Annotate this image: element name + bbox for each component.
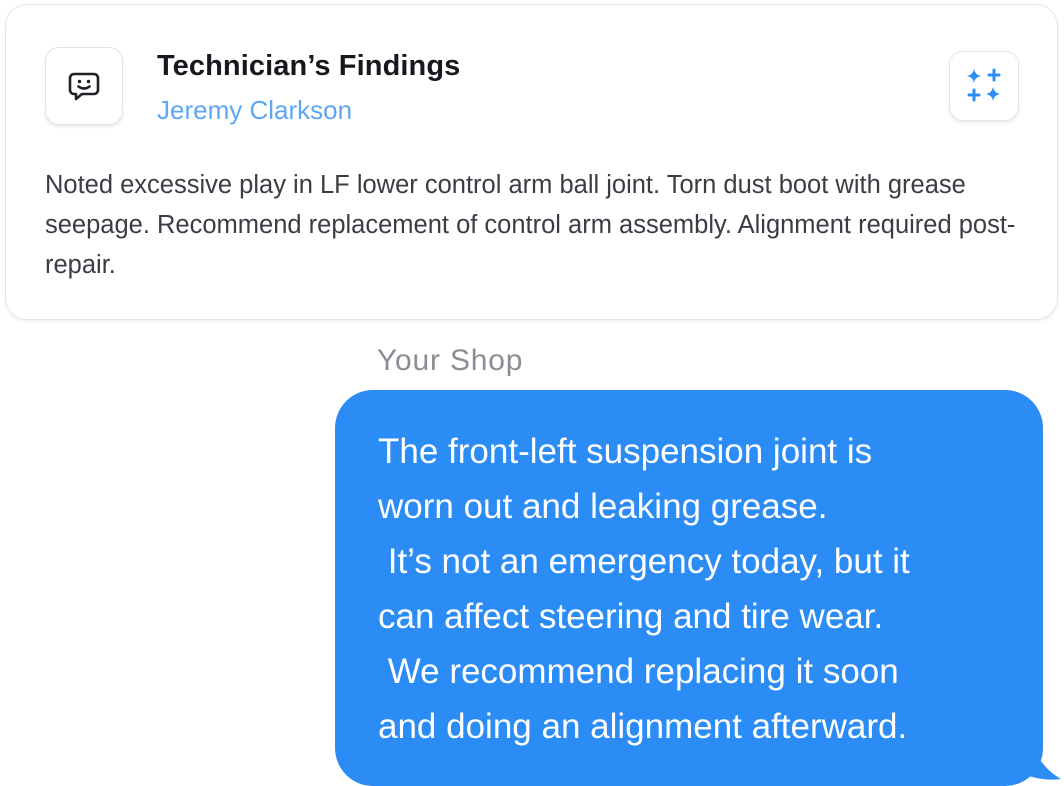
sparkles-icon [967, 68, 1001, 102]
message-line: We recommend replacing it soon [378, 652, 899, 691]
message-line: The front-left suspension joint is [378, 432, 873, 471]
avatar [45, 47, 123, 125]
technician-name: Jeremy Clarkson [157, 95, 353, 125]
technician-findings-card: Technician’s Findings Jeremy Clarkson No… [5, 4, 1058, 320]
sender-label: Your Shop [377, 344, 524, 377]
findings-text: Noted excessive play in LF lower control… [45, 171, 1016, 279]
message-bubble: The front-left suspension joint is worn … [335, 390, 1064, 786]
message-line: and doing an alignment afterward. [378, 707, 908, 746]
smiley-chat-icon [68, 72, 100, 101]
card-title: Technician’s Findings [157, 50, 461, 82]
message-line: It’s not an emergency today, but it [378, 542, 910, 581]
message-body: The front-left suspension joint is worn … [335, 390, 1043, 786]
message-line: worn out and leaking grease. [378, 487, 828, 526]
message-line: can affect steering and tire wear. [378, 597, 884, 636]
ai-rewrite-button[interactable] [949, 51, 1019, 121]
